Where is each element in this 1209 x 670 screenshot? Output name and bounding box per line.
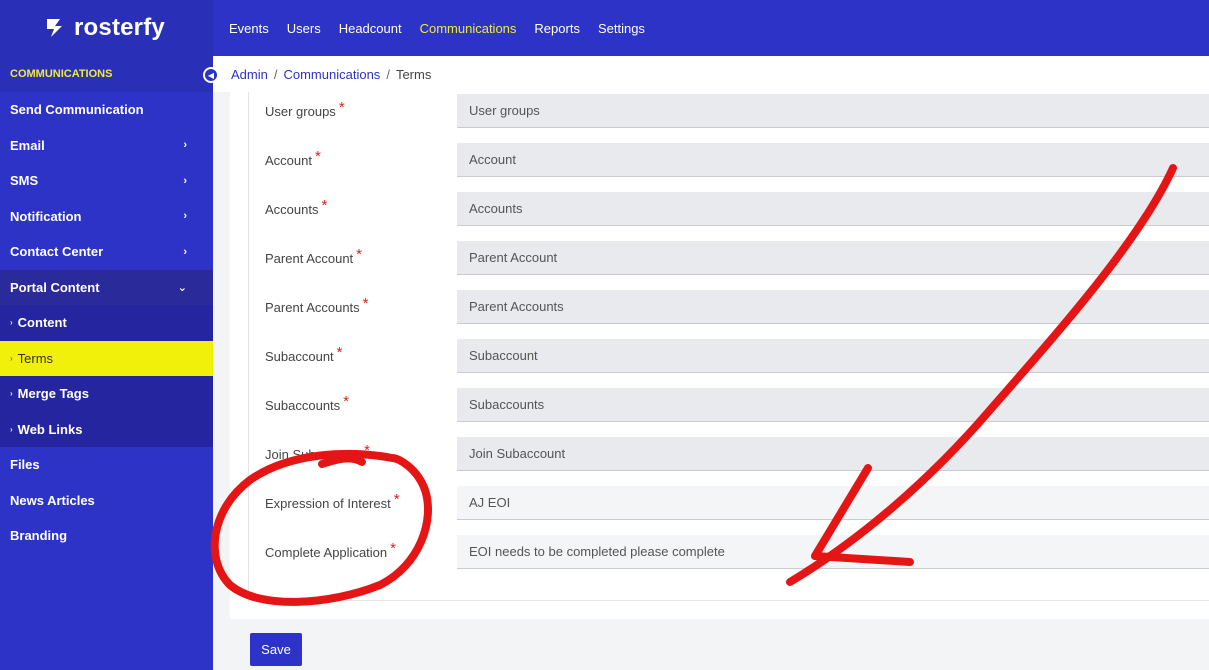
- sidebar-subitem-merge-tags[interactable]: › Merge Tags: [0, 376, 213, 412]
- sidebar-item-news-articles[interactable]: News Articles: [0, 483, 213, 519]
- sidebar-item-label: SMS: [10, 173, 39, 189]
- required-marker: *: [390, 539, 396, 557]
- form-divider: [248, 600, 1209, 601]
- logo-text: rosterfy: [74, 14, 165, 41]
- form-row-user-groups: User groups * User groups: [230, 94, 1209, 128]
- complete-application-input[interactable]: EOI needs to be completed please complet…: [457, 535, 1209, 569]
- sidebar-item-contact-center[interactable]: Contact Center ›: [0, 234, 213, 270]
- form-row-parent-account: Parent Account * Parent Account: [230, 241, 1209, 275]
- user-groups-input[interactable]: User groups: [457, 94, 1209, 128]
- field-label: Parent Account *: [265, 245, 363, 266]
- field-label: Expression of Interest *: [265, 490, 400, 511]
- form-row-account: Account * Account: [230, 143, 1209, 177]
- sidebar-item-label: Send Communication: [10, 102, 144, 118]
- nav-item-users[interactable]: Users: [287, 21, 321, 36]
- save-button[interactable]: Save: [250, 633, 302, 666]
- sidebar-section-title: COMMUNICATIONS: [0, 56, 213, 92]
- required-marker: *: [364, 441, 370, 459]
- sidebar-item-label: News Articles: [10, 492, 95, 508]
- field-label: User groups *: [265, 98, 345, 119]
- nav-item-communications[interactable]: Communications: [420, 21, 517, 36]
- sidebar-item-branding[interactable]: Branding: [0, 518, 213, 554]
- bullet-chevron-icon: ›: [10, 389, 13, 399]
- sidebar-item-sms[interactable]: SMS ›: [0, 163, 213, 199]
- main-content: User groups * User groups Account * Accoun…: [213, 92, 1209, 670]
- form-row-complete-application: Complete Application * EOI needs to be co…: [230, 535, 1209, 569]
- sidebar-item-notification[interactable]: Notification ›: [0, 199, 213, 235]
- sidebar-item-label: Portal Content: [10, 279, 100, 295]
- nav-item-events[interactable]: Events: [229, 21, 269, 36]
- form-row-join-subaccount: Join Subaccount * Join Subaccount: [230, 437, 1209, 471]
- breadcrumb-separator: /: [386, 66, 390, 82]
- parent-accounts-input[interactable]: Parent Accounts: [457, 290, 1209, 324]
- expression-of-interest-input[interactable]: AJ EOI: [457, 486, 1209, 520]
- required-marker: *: [321, 196, 328, 214]
- form-row-subaccounts: Subaccounts * Subaccounts: [230, 388, 1209, 422]
- sidebar-item-portal-content[interactable]: Portal Content ⌄: [0, 269, 213, 305]
- sidebar-subitem-label: Content: [17, 315, 67, 331]
- join-subaccount-input[interactable]: Join Subaccount: [457, 437, 1209, 471]
- required-marker: *: [356, 245, 363, 263]
- form-row-parent-accounts: Parent Accounts * Parent Accounts: [230, 290, 1209, 324]
- sidebar-subitem-terms[interactable]: › Terms: [0, 340, 213, 376]
- accounts-input[interactable]: Accounts: [457, 192, 1209, 226]
- chevron-right-icon: ›: [183, 210, 187, 223]
- breadcrumb-terms: Terms: [395, 66, 432, 82]
- form-row-expression-of-interest: Expression of Interest * AJ EOI: [230, 486, 1209, 520]
- nav-item-reports[interactable]: Reports: [534, 21, 580, 36]
- breadcrumb-admin[interactable]: Admin: [231, 67, 268, 82]
- field-label: Accounts *: [265, 196, 328, 217]
- sidebar-subitem-label: Web Links: [17, 421, 83, 437]
- sidebar-subitem-content[interactable]: › Content: [0, 305, 213, 341]
- form-row-subaccount: Subaccount * Subaccount: [230, 339, 1209, 373]
- subaccounts-input[interactable]: Subaccounts: [457, 388, 1209, 422]
- required-marker: *: [338, 98, 345, 116]
- bullet-chevron-icon: ›: [10, 424, 13, 434]
- bullet-chevron-icon: ›: [10, 318, 13, 328]
- sidebar-item-files[interactable]: Files: [0, 447, 213, 483]
- sidebar-item-label: Files: [10, 457, 40, 473]
- required-marker: *: [343, 392, 350, 410]
- sidebar: COMMUNICATIONS Send Communication Email …: [0, 56, 213, 670]
- parent-account-input[interactable]: Parent Account: [457, 241, 1209, 275]
- field-label: Join Subaccount *: [265, 441, 370, 462]
- sidebar-item-send-communication[interactable]: Send Communication: [0, 92, 213, 128]
- field-label: Subaccount *: [265, 343, 343, 364]
- chevron-right-icon: ›: [183, 174, 187, 187]
- breadcrumb-separator: /: [273, 66, 278, 82]
- logo[interactable]: rosterfy: [0, 0, 213, 56]
- main-nav: Events Users Headcount Communications Re…: [213, 0, 647, 56]
- chevron-right-icon: ›: [183, 139, 187, 152]
- required-marker: *: [362, 294, 369, 312]
- breadcrumb: ◀ Admin / Communications / Terms: [203, 56, 1209, 92]
- terms-form-panel: User groups * User groups Account * Accoun…: [230, 92, 1209, 619]
- sidebar-item-label: Contact Center: [10, 244, 104, 260]
- rosterfy-logo-icon: [47, 19, 62, 37]
- sidebar-item-email[interactable]: Email ›: [0, 128, 213, 164]
- form-row-accounts: Accounts * Accounts: [230, 192, 1209, 226]
- subaccount-input[interactable]: Subaccount: [457, 339, 1209, 373]
- required-marker: *: [314, 147, 321, 165]
- bullet-chevron-icon: ›: [10, 353, 13, 363]
- field-label: Complete Application *: [265, 539, 396, 560]
- field-label: Subaccounts *: [265, 392, 350, 413]
- sidebar-subitem-label: Terms: [17, 350, 54, 366]
- sidebar-subitem-web-links[interactable]: › Web Links: [0, 411, 213, 447]
- field-label: Parent Accounts *: [265, 294, 369, 315]
- sidebar-subitem-label: Merge Tags: [17, 386, 89, 402]
- chevron-right-icon: ›: [183, 245, 187, 258]
- nav-item-headcount[interactable]: Headcount: [339, 21, 402, 36]
- sidebar-item-label: Branding: [10, 528, 68, 544]
- sidebar-item-label: Email: [10, 137, 45, 153]
- field-label: Account *: [265, 147, 321, 168]
- breadcrumb-communications[interactable]: Communications: [283, 67, 380, 82]
- nav-item-settings[interactable]: Settings: [598, 21, 645, 36]
- required-marker: *: [393, 490, 400, 508]
- sidebar-item-label: Notification: [10, 208, 82, 224]
- required-marker: *: [336, 343, 343, 361]
- collapse-sidebar-icon[interactable]: ◀: [203, 67, 219, 83]
- account-input[interactable]: Account: [457, 143, 1209, 177]
- chevron-down-icon: ⌄: [177, 281, 187, 294]
- top-navbar: rosterfy Events Users Headcount Communic…: [0, 0, 1209, 56]
